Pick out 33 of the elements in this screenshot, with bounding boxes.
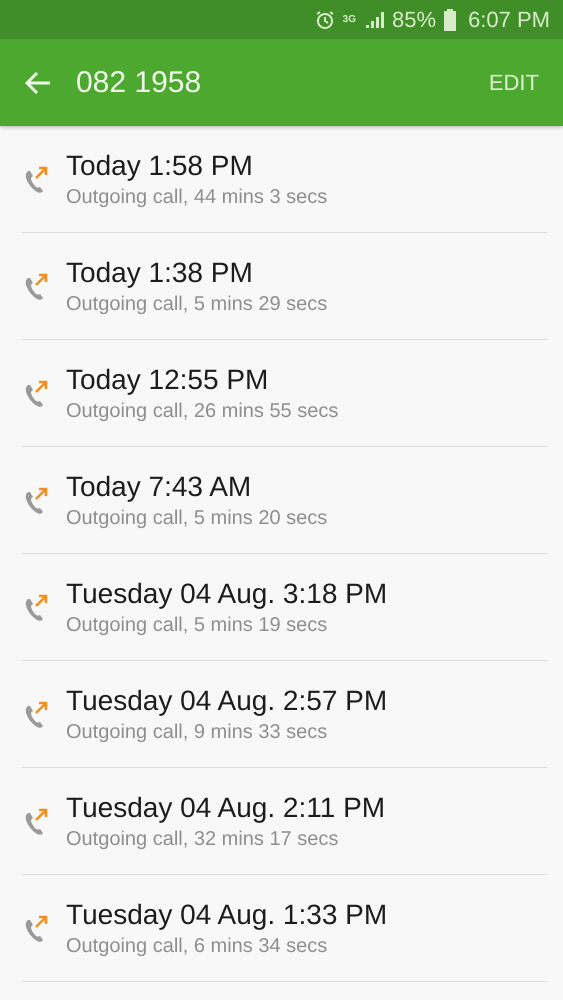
signal-icon [364,10,384,30]
call-time: Today 1:38 PM [66,256,254,288]
call-detail: Outgoing call, 6 mins 34 secs [66,934,328,958]
back-arrow-icon [24,70,52,94]
call-time: Today 1:58 PM [66,150,254,182]
call-time: Today 12:55 PM [66,364,270,396]
call-detail: Outgoing call, 5 mins 29 secs [66,292,328,316]
call-detail: Outgoing call, 32 mins 17 secs [66,828,340,850]
phone-number-title: 082 1958 [76,66,202,100]
call-time: Tuesday 04 Aug. 3:18 PM [66,578,388,610]
call-log-row[interactable]: Today 1:38 PM Outgoing call, 5 mins 29 secs [22,233,547,340]
battery-percentage: 85% [392,6,436,32]
call-time: Tuesday 04 Aug. 2:57 PM [66,684,388,716]
call-time: Today 7:43 AM [66,470,252,502]
clock-time: 6:07 PM [468,6,550,32]
call-detail: Outgoing call, 9 mins 33 secs [66,720,328,744]
back-button[interactable] [24,70,52,94]
call-log-row[interactable]: Today 7:43 AM Outgoing call, 5 mins 20 secs [22,447,547,554]
call-log-row[interactable]: Tuesday 04 Aug. 2:57 PM Outgoing call, 9 mins 33 secs [22,661,547,768]
call-log-row[interactable]: Today 1:58 PM Outgoing call, 44 mins 3 secs [22,126,547,233]
call-log-row[interactable]: Tuesday 04 Aug. 1:33 PM Outgoing call, 6 mins 34 secs [22,875,547,982]
call-time: Tuesday 04 Aug. 1:33 PM [66,898,388,930]
call-detail: Outgoing call, 5 mins 19 secs [66,614,328,636]
call-detail: Outgoing call, 44 mins 3 secs [66,186,328,208]
network-type: 3G [342,14,356,24]
alarm-clock-icon [314,10,335,30]
call-time: Tuesday 04 Aug. 2:11 PM [66,792,386,824]
call-log-row[interactable]: Tuesday 04 Aug. 2:11 PM Outgoing call, 32 mins 17 secs [22,768,547,875]
battery-icon [444,8,456,30]
call-log-row[interactable]: Today 12:55 PM Outgoing call, 26 mins 55 secs [22,340,547,447]
call-detail: Outgoing call, 5 mins 20 secs [66,506,328,530]
call-detail: Outgoing call, 26 mins 55 secs [66,400,338,422]
call-log-row[interactable]: Tuesday 04 Aug. 3:18 PM Outgoing call, 5 mins 19 secs [22,554,547,661]
